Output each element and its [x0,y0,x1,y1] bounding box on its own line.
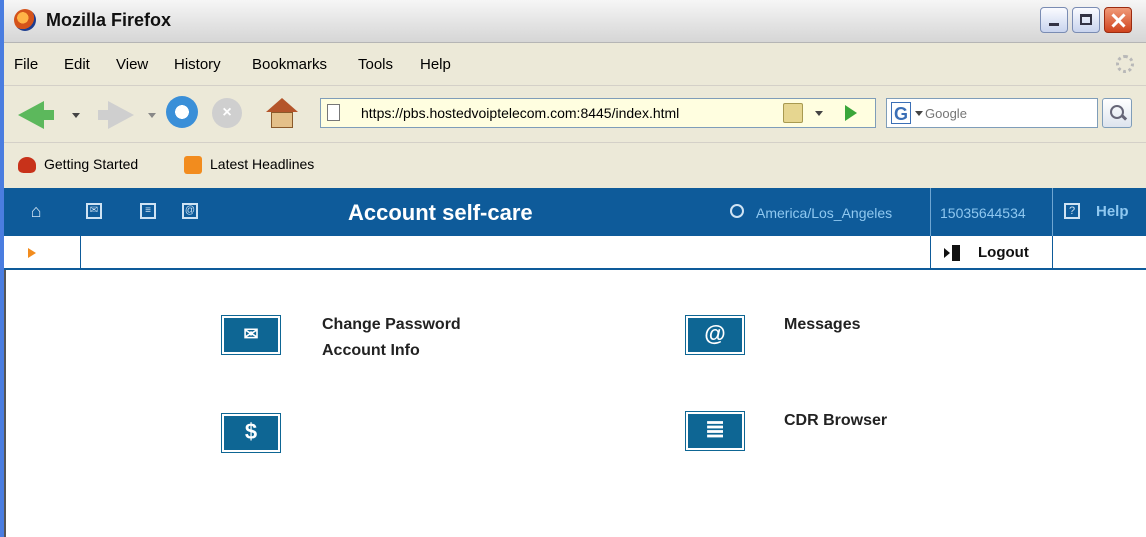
menu-edit[interactable]: Edit [64,56,90,73]
arrow-icon[interactable] [28,248,36,258]
page-icon [327,104,340,121]
messages-link[interactable]: Messages [784,316,861,334]
separator [1052,188,1053,236]
forward-arrow-icon[interactable] [108,101,134,129]
minimize-button[interactable] [1040,7,1068,33]
menu-file[interactable]: File [14,56,38,73]
getting-started-icon[interactable] [18,157,36,173]
bookmark-latest-headlines[interactable]: Latest Headlines [210,156,314,172]
back-arrow-shaft[interactable] [44,110,54,120]
throbber-icon [1116,55,1134,73]
menu-tools[interactable]: Tools [358,56,393,73]
bookmark-getting-started[interactable]: Getting Started [44,156,138,172]
help-link[interactable]: Help [1096,203,1129,220]
forward-dropdown-icon[interactable] [148,113,156,118]
account-number[interactable]: 15035644534 [940,205,1026,221]
account-info-link[interactable]: Account Info [322,342,420,360]
sub-toolbar: Logout [4,236,1146,270]
separator [930,236,931,268]
maximize-button[interactable] [1072,7,1100,33]
menu-view[interactable]: View [116,56,148,73]
logout-link[interactable]: Logout [978,244,1029,261]
at-sign-icon[interactable]: @ [182,203,198,219]
portal-header: ⌂ ✉ ≡ @ Account self-care America/Los_An… [4,188,1146,236]
separator [930,188,931,236]
url-dropdown-icon[interactable] [815,111,823,116]
google-icon[interactable]: G [891,102,911,124]
address-bar[interactable]: https://pbs.hostedvoiptelecom.com:8445/i… [320,98,876,128]
title-bar: Mozilla Firefox [4,0,1146,43]
menu-history[interactable]: History [174,56,221,73]
timezone-link[interactable]: America/Los_Angeles [756,205,892,221]
search-engine-dropdown-icon[interactable] [915,111,923,116]
go-icon[interactable] [845,105,857,121]
bookmarks-toolbar: Getting Started Latest Headlines [4,143,1146,187]
forward-arrow-shaft[interactable] [98,110,108,120]
reload-icon[interactable] [166,96,198,128]
envelope-icon[interactable]: ✉ [86,203,102,219]
envelope-icon[interactable]: ✉ [222,316,280,354]
search-input[interactable] [925,103,1093,123]
logout-icon[interactable] [944,245,962,261]
browser-window: Mozilla Firefox File Edit View History B… [0,0,1146,537]
navigation-toolbar: × https://pbs.hostedvoiptelecom.com:8445… [4,86,1146,143]
clock-icon [730,204,744,218]
left-border [4,270,6,537]
help-icon[interactable]: ? [1064,203,1080,219]
back-arrow-icon[interactable] [18,101,44,129]
rss-icon[interactable] [184,156,202,174]
firefox-icon [14,9,36,31]
at-sign-icon[interactable]: @ [686,316,744,354]
back-dropdown-icon[interactable] [72,113,80,118]
search-box[interactable]: G [886,98,1098,128]
home-icon[interactable] [266,98,298,128]
menu-bar: File Edit View History Bookmarks Tools H… [4,43,1146,86]
menu-bookmarks[interactable]: Bookmarks [252,56,327,73]
page-title: Account self-care [348,200,533,225]
lock-icon[interactable] [783,103,803,123]
window-title: Mozilla Firefox [46,10,172,30]
url-text[interactable]: https://pbs.hostedvoiptelecom.com:8445/i… [361,105,679,121]
magnifier-icon[interactable] [1102,98,1132,128]
menu-help[interactable]: Help [420,56,451,73]
list-icon[interactable]: ≣ [686,412,744,450]
home-icon[interactable]: ⌂ [28,202,44,220]
list-icon[interactable]: ≡ [140,203,156,219]
change-password-link[interactable]: Change Password [322,316,461,334]
cdr-browser-link[interactable]: CDR Browser [784,412,887,430]
stop-icon[interactable]: × [212,98,242,128]
page-content: ⌂ ✉ ≡ @ Account self-care America/Los_An… [4,188,1146,537]
close-button[interactable] [1104,7,1132,33]
separator [80,236,81,268]
dollar-icon[interactable]: $ [222,414,280,452]
separator [1052,236,1053,268]
